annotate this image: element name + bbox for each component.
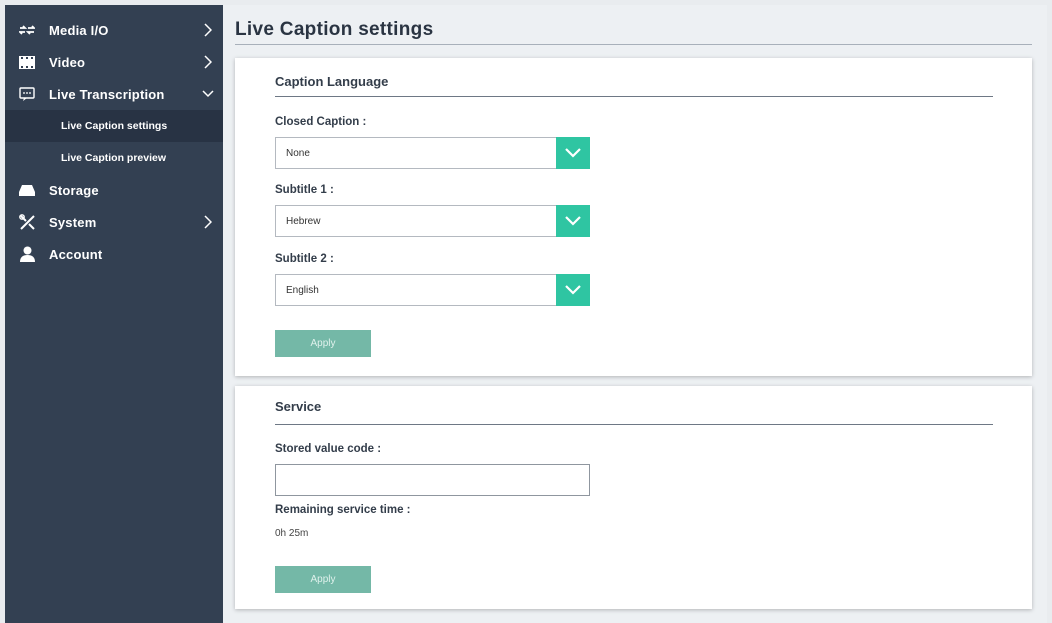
caption-icon: [18, 85, 36, 103]
select-value: English: [286, 285, 319, 296]
sidebar-item-label: Video: [49, 54, 86, 70]
tools-icon: [18, 213, 36, 231]
sidebar-item-label: Media I/O: [49, 22, 109, 38]
chevron-right-icon: [201, 54, 215, 70]
chevron-down-icon[interactable]: [556, 137, 590, 169]
card-divider: [275, 96, 993, 97]
stored-value-code-label: Stored value code :: [275, 443, 382, 455]
sidebar-item-media-io[interactable]: Media I/O: [5, 14, 223, 46]
media-io-icon: [18, 21, 36, 39]
sidebar-subitem-live-caption-preview[interactable]: Live Caption preview: [5, 142, 223, 174]
remaining-service-time-value: 0h 25m: [275, 528, 309, 539]
sidebar-item-label: Live Transcription: [49, 86, 165, 102]
select-value: None: [286, 148, 310, 159]
sidebar-item-video[interactable]: Video: [5, 46, 223, 78]
sidebar-subitem-live-caption-settings[interactable]: Live Caption settings: [5, 110, 223, 142]
apply-button[interactable]: Apply: [275, 566, 371, 593]
chevron-down-icon[interactable]: [556, 205, 590, 237]
select-value: Hebrew: [286, 216, 321, 227]
chevron-down-icon: [201, 86, 215, 102]
chevron-right-icon: [201, 22, 215, 38]
sidebar-item-live-transcription[interactable]: Live Transcription: [5, 78, 223, 110]
user-icon: [18, 245, 36, 263]
chevron-right-icon: [201, 214, 215, 230]
sidebar-item-system[interactable]: System: [5, 206, 223, 238]
sidebar-item-label: Account: [49, 246, 103, 262]
subtitle-1-select[interactable]: Hebrew: [275, 205, 590, 237]
film-icon: [18, 53, 36, 71]
closed-caption-select[interactable]: None: [275, 137, 590, 169]
title-divider: [235, 44, 1032, 45]
storage-icon: [18, 181, 36, 199]
card-divider: [275, 424, 993, 425]
closed-caption-label: Closed Caption :: [275, 116, 367, 128]
page-title: Live Caption settings: [235, 19, 434, 40]
main-content: Live Caption settings Caption Language C…: [223, 5, 1047, 623]
subtitle-2-select[interactable]: English: [275, 274, 590, 306]
card-title: Caption Language: [275, 74, 389, 89]
chevron-down-icon[interactable]: [556, 274, 590, 306]
sidebar-item-label: System: [49, 214, 97, 230]
card-title: Service: [275, 399, 322, 414]
sidebar-item-label: Storage: [49, 182, 99, 198]
subtitle-2-label: Subtitle 2 :: [275, 253, 334, 265]
service-card: Service Stored value code : Remaining se…: [235, 386, 1032, 609]
remaining-service-time-label: Remaining service time :: [275, 504, 411, 516]
sidebar-item-account[interactable]: Account: [5, 238, 223, 270]
sidebar: Media I/O Video Live Transcription Live …: [5, 5, 223, 623]
sidebar-item-storage[interactable]: Storage: [5, 174, 223, 206]
stored-value-code-input[interactable]: [275, 464, 590, 496]
apply-button[interactable]: Apply: [275, 330, 371, 357]
caption-language-card: Caption Language Closed Caption : None S…: [235, 58, 1032, 376]
subtitle-1-label: Subtitle 1 :: [275, 184, 334, 196]
